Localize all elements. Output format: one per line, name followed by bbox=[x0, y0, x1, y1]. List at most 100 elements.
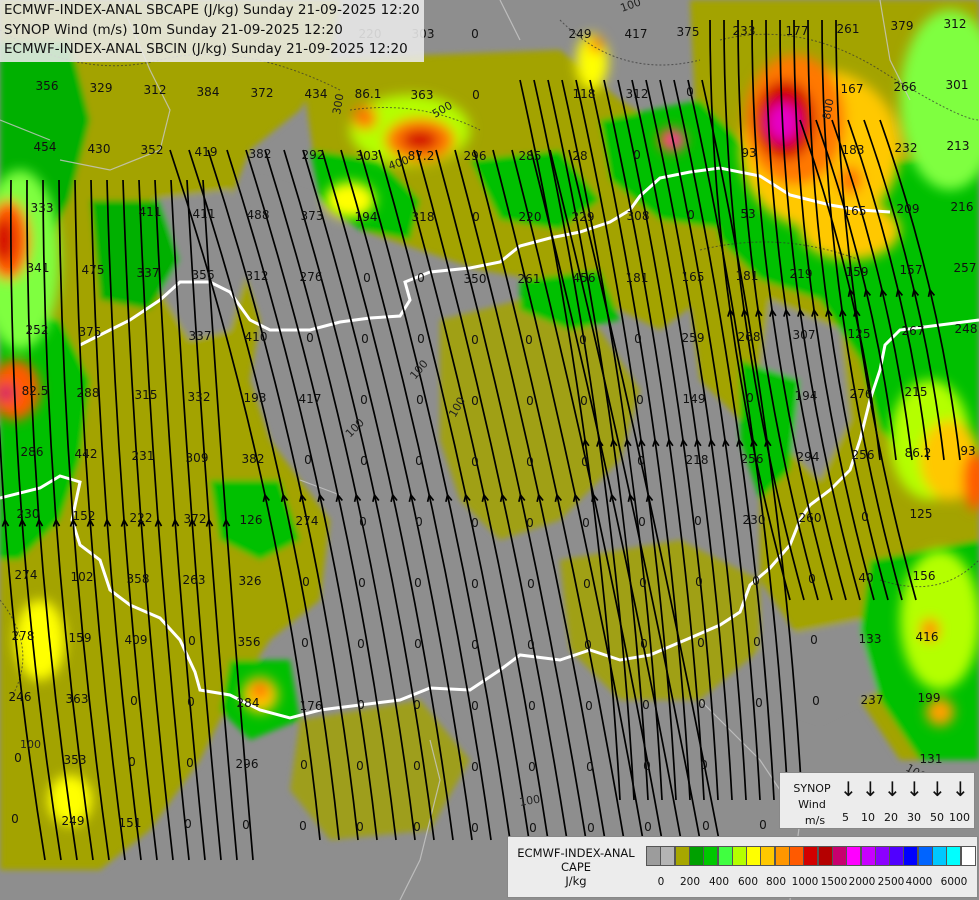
map-value-label: 86.1 bbox=[355, 87, 382, 101]
map-value-label: 0 bbox=[414, 637, 422, 651]
map-value-label: 0 bbox=[752, 574, 760, 588]
header-line-cape: ECMWF-INDEX-ANAL SBCAPE (J/kg) Sunday 21… bbox=[4, 2, 420, 18]
cape-color-swatch bbox=[703, 846, 719, 866]
map-value-label: 0 bbox=[700, 758, 708, 772]
map-value-label: 222 bbox=[130, 511, 153, 525]
map-value-label: 268 bbox=[738, 330, 761, 344]
wind-speed-label: 100 bbox=[949, 811, 970, 824]
map-value-label: 318 bbox=[412, 210, 435, 224]
map-value-label: 156 bbox=[913, 569, 936, 583]
map-value-label: 159 bbox=[69, 631, 92, 645]
map-value-label: 0 bbox=[14, 751, 22, 765]
map-value-label: 0 bbox=[529, 821, 537, 835]
map-value-label: 181 bbox=[736, 269, 759, 283]
map-value-label: 0 bbox=[186, 756, 194, 770]
map-value-label: 0 bbox=[357, 637, 365, 651]
map-value-label: 0 bbox=[360, 454, 368, 468]
map-value-label: 0 bbox=[299, 819, 307, 833]
map-value-label: 332 bbox=[188, 390, 211, 404]
map-value-label: 0 bbox=[471, 394, 479, 408]
map-value-label: 475 bbox=[82, 263, 105, 277]
map-value-label: 0 bbox=[580, 394, 588, 408]
map-value-label: 249 bbox=[62, 814, 85, 828]
map-value-label: 274 bbox=[296, 514, 319, 528]
map-value-label: 430 bbox=[88, 142, 111, 156]
svg-text:100: 100 bbox=[20, 738, 41, 751]
map-value-label: 0 bbox=[759, 818, 767, 832]
map-value-label: 125 bbox=[848, 327, 871, 341]
map-value-label: 230 bbox=[743, 513, 766, 527]
map-value-label: 0 bbox=[642, 698, 650, 712]
cape-color-swatch bbox=[688, 846, 704, 866]
map-value-label: 28 bbox=[572, 149, 587, 163]
wind-arrow-icon: ↓ bbox=[952, 777, 969, 801]
cape-legend-title1: ECMWF-INDEX-ANAL bbox=[517, 846, 635, 860]
map-value-label: 131 bbox=[920, 752, 943, 766]
map-value-label: 0 bbox=[587, 821, 595, 835]
map-value-label: 0 bbox=[861, 510, 869, 524]
wind-speed-label: 50 bbox=[930, 811, 944, 824]
cape-color-swatch bbox=[746, 846, 762, 866]
cape-color-swatch bbox=[646, 846, 661, 866]
map-value-label: 86.2 bbox=[905, 446, 932, 460]
wind-legend-unit: m/s bbox=[804, 814, 826, 827]
map-value-label: 382 bbox=[249, 147, 272, 161]
map-value-label: 0 bbox=[526, 394, 534, 408]
cape-color-swatch bbox=[731, 846, 747, 866]
map-value-label: 337 bbox=[189, 329, 212, 343]
map-value-label: 82.5 bbox=[22, 384, 49, 398]
wind-arrow-icon: ↓ bbox=[884, 777, 901, 801]
map-value-label: 0 bbox=[472, 88, 480, 102]
map-value-label: 352 bbox=[141, 143, 164, 157]
map-value-label: 248 bbox=[955, 322, 978, 336]
cape-color-swatch bbox=[860, 846, 876, 866]
map-value-label: 0 bbox=[414, 576, 422, 590]
map-value-label: 276 bbox=[300, 270, 323, 284]
map-value-label: 303 bbox=[356, 149, 379, 163]
map-value-label: 0 bbox=[584, 638, 592, 652]
map-value-label: 312 bbox=[144, 83, 167, 97]
map-value-label: 416 bbox=[916, 630, 939, 644]
map-value-label: 102 bbox=[71, 570, 94, 584]
map-value-label: 230 bbox=[17, 507, 40, 521]
map-value-label: 0 bbox=[694, 514, 702, 528]
wind-legend: SYNOP Wind m/s ↓ ↓ ↓ ↓ ↓ ↓ 5 10 20 30 50… bbox=[779, 772, 975, 829]
map-value-label: 333 bbox=[31, 201, 54, 215]
cape-legend-title: ECMWF-INDEX-ANAL CAPE J/kg bbox=[512, 846, 640, 888]
map-value-label: 309 bbox=[186, 451, 209, 465]
map-value-label: 0 bbox=[636, 393, 644, 407]
cape-color-swatch bbox=[760, 846, 776, 866]
map-value-label: 261 bbox=[837, 22, 860, 36]
map-value-label: 260 bbox=[799, 511, 822, 525]
map-value-label: 0 bbox=[638, 515, 646, 529]
map-value-label: 0 bbox=[528, 760, 536, 774]
cape-color-swatch bbox=[946, 846, 962, 866]
map-value-label: 87.2 bbox=[408, 149, 435, 163]
map-value-label: 0 bbox=[360, 393, 368, 407]
map-value-label: 0 bbox=[413, 759, 421, 773]
cape-color-swatch bbox=[803, 846, 819, 866]
cape-legend-tick: 2000 bbox=[848, 876, 876, 888]
map-value-label: 0 bbox=[188, 634, 196, 648]
cape-legend-tick: 400 bbox=[708, 876, 730, 888]
map-value-label: 256 bbox=[741, 452, 764, 466]
cape-legend-tick: 2500 bbox=[877, 876, 905, 888]
cape-legend-tick: 0 bbox=[657, 876, 665, 888]
map-value-label: 159 bbox=[846, 265, 869, 279]
map-value-label: 312 bbox=[944, 17, 967, 31]
map-value-label: 288 bbox=[77, 386, 100, 400]
map-value-label: 0 bbox=[359, 515, 367, 529]
map-value-label: 0 bbox=[417, 332, 425, 346]
map-value-label: 0 bbox=[11, 812, 19, 826]
cape-color-swatch bbox=[903, 846, 919, 866]
cape-map[interactable]: 220 303 0 249 417 375 233 177 261 379 312 356 329 312… bbox=[0, 0, 979, 900]
map-value-label: 375 bbox=[79, 325, 102, 339]
map-value-label: 40 bbox=[858, 571, 873, 585]
map-value-label: 0 bbox=[686, 85, 694, 99]
map-value-label: 307 bbox=[793, 328, 816, 342]
map-value-label: 193 bbox=[244, 391, 267, 405]
map-value-label: 285 bbox=[519, 149, 542, 163]
map-value-label: 0 bbox=[808, 572, 816, 586]
map-value-label: 0 bbox=[301, 636, 309, 650]
map-value-label: 237 bbox=[861, 693, 884, 707]
